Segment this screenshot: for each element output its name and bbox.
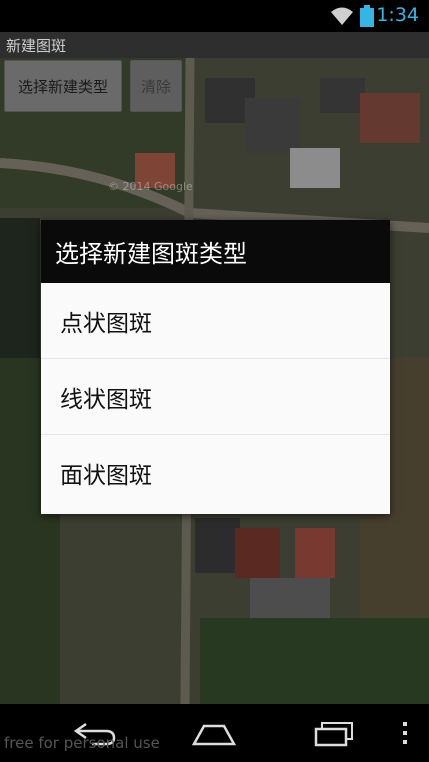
dialog-title: 选择新建图斑类型	[41, 220, 390, 283]
navigation-bar	[0, 704, 429, 762]
dialog-option-line[interactable]: 线状图斑	[41, 359, 390, 435]
select-type-dialog: 选择新建图斑类型 点状图斑 线状图斑 面状图斑	[41, 220, 390, 514]
dialog-option-polygon[interactable]: 面状图斑	[41, 435, 390, 511]
battery-icon	[360, 5, 374, 27]
map-watermark: © 2014 Google	[108, 180, 193, 193]
title-bar: 新建图斑	[0, 32, 429, 58]
recents-icon[interactable]	[312, 720, 356, 748]
app-title: 新建图斑	[6, 37, 67, 55]
footer-note: free for personal use	[4, 734, 160, 752]
clear-button[interactable]: 清除	[130, 60, 182, 112]
wifi-icon	[331, 7, 353, 25]
dialog-option-point[interactable]: 点状图斑	[41, 283, 390, 359]
status-bar: 1:34	[0, 0, 429, 32]
menu-icon[interactable]	[400, 720, 410, 746]
select-type-button[interactable]: 选择新建类型	[4, 60, 122, 112]
status-time: 1:34	[376, 4, 419, 26]
home-icon[interactable]	[190, 720, 238, 746]
screen: 1:34 新建图斑 © 2014 Google 选择新建类型 清除 选择新建图斑…	[0, 0, 429, 762]
